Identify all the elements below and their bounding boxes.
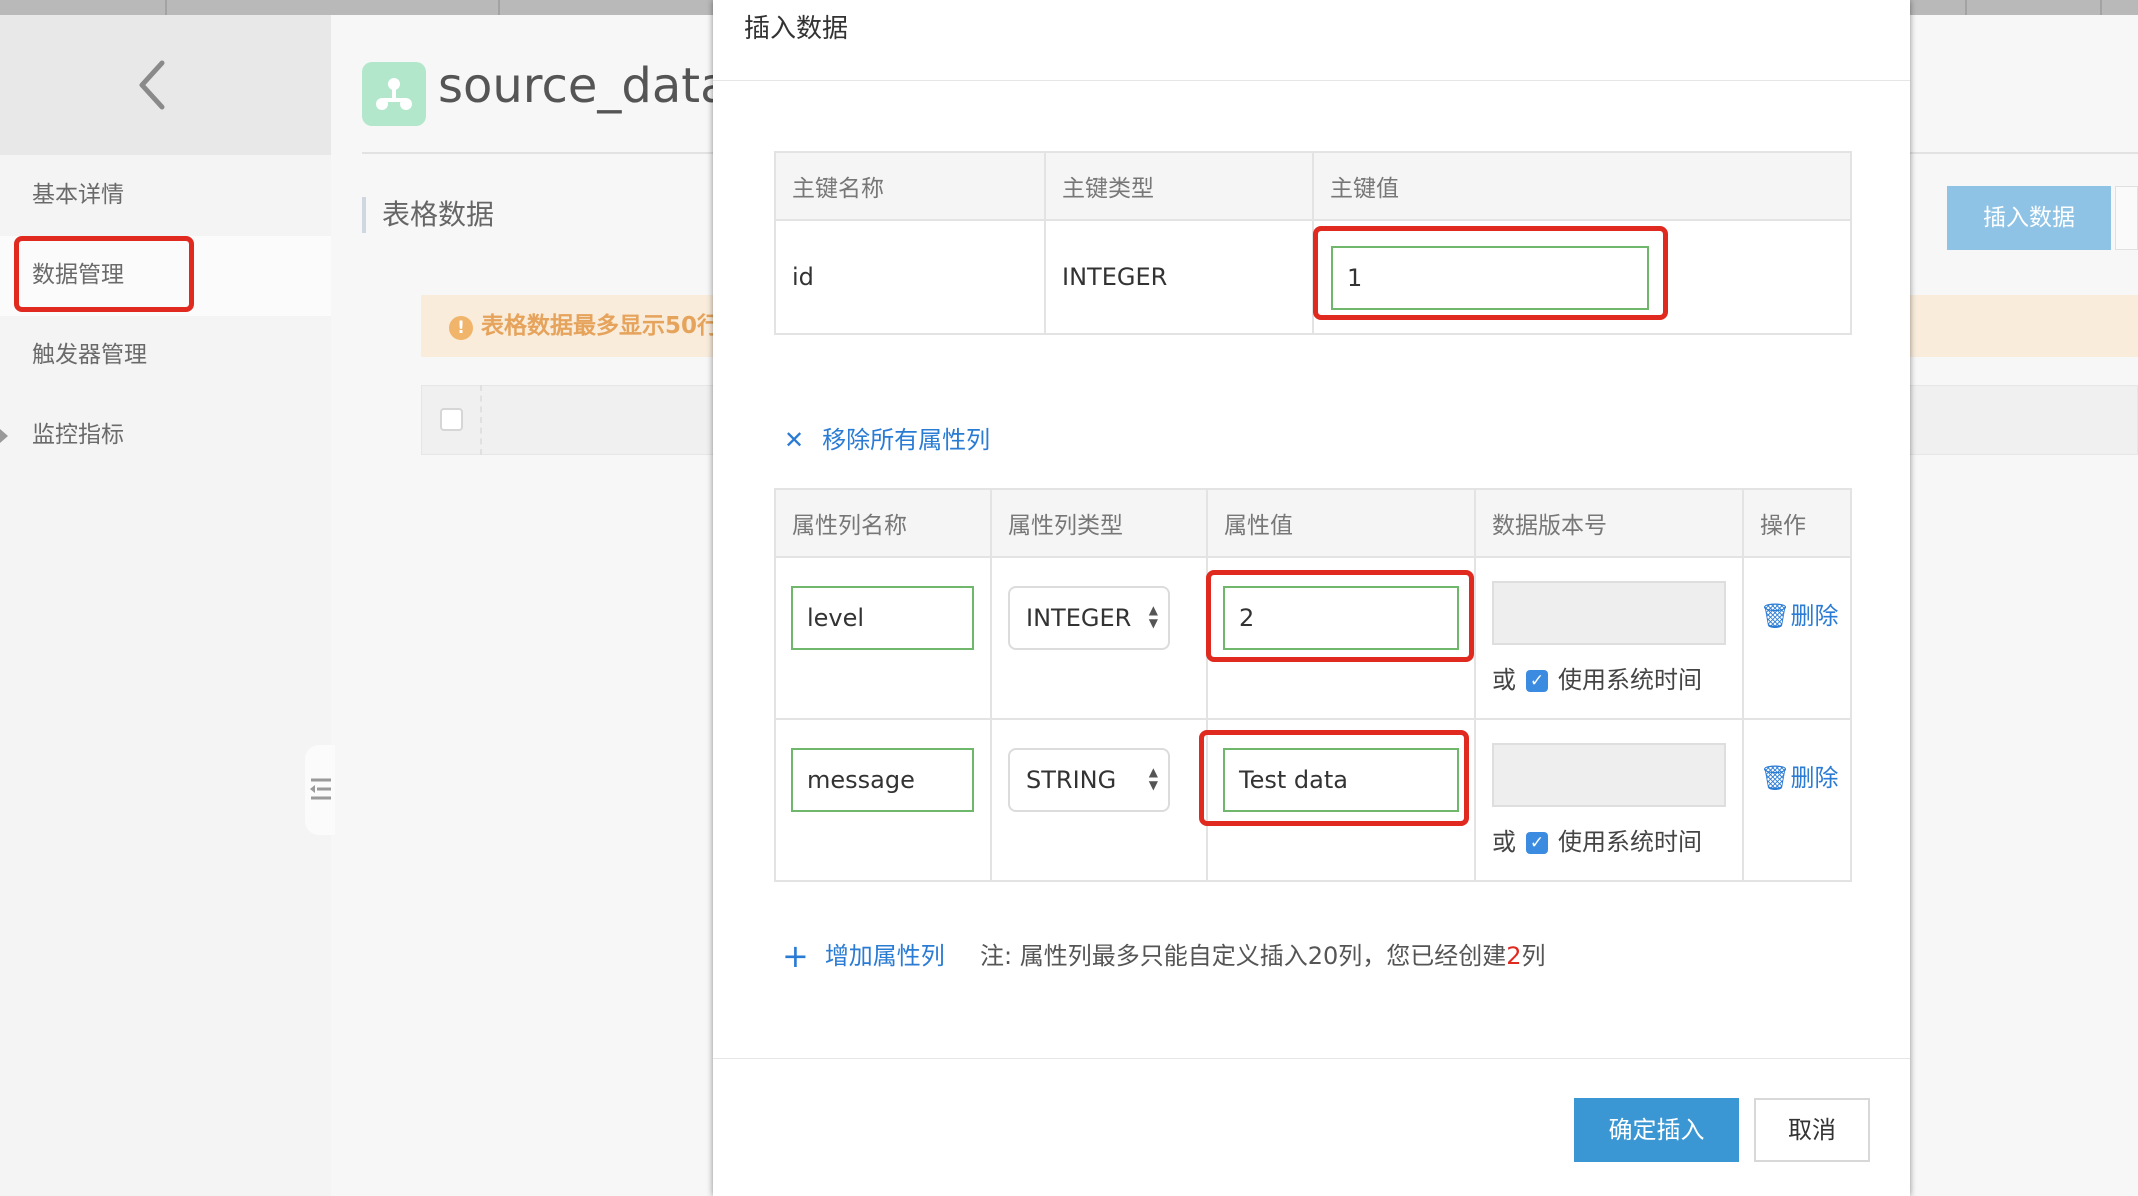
delete-label: 删除 <box>1790 602 1839 630</box>
back-arrow-icon[interactable] <box>130 55 180 115</box>
sidebar-item-trigger-management[interactable]: 触发器管理 <box>32 315 322 395</box>
table-logo-icon <box>362 62 426 126</box>
remove-all-attributes-link[interactable]: ✕ 移除所有属性列 <box>784 420 990 455</box>
system-time-option[interactable]: 或 ✓ 使用系统时间 <box>1492 822 1702 857</box>
pk-type-cell: INTEGER <box>1044 219 1314 335</box>
dialog-header-divider <box>713 80 1910 81</box>
attr-type-value: STRING <box>1026 766 1117 794</box>
system-time-label: 使用系统时间 <box>1558 828 1702 856</box>
trash-icon: 🗑 <box>1760 602 1791 630</box>
attr-header-action: 操作 <box>1742 488 1852 558</box>
attr-type-value: INTEGER <box>1026 604 1132 632</box>
add-attribute-label: 增加属性列 <box>824 942 945 970</box>
pk-name-cell: id <box>774 219 1046 335</box>
trash-icon: 🗑 <box>1760 764 1791 792</box>
system-time-option[interactable]: 或 ✓ 使用系统时间 <box>1492 660 1702 695</box>
select-arrows-icon: ▲ ▼ <box>1148 765 1158 792</box>
attr-name-input[interactable]: level <box>791 586 974 650</box>
note-prefix: 注: 属性列最多只能自定义插入20列，您已经创建 <box>980 942 1507 970</box>
pk-header-type: 主键类型 <box>1044 151 1314 221</box>
cancel-button[interactable]: 取消 <box>1754 1098 1870 1162</box>
insert-data-button[interactable]: 插入数据 <box>1947 186 2111 250</box>
dialog-footer-divider <box>713 1058 1910 1059</box>
attr-type-select[interactable]: STRING ▲ ▼ <box>1008 748 1170 812</box>
highlight-box-attr-value <box>1199 730 1469 826</box>
remove-all-label: 移除所有属性列 <box>822 426 991 454</box>
section-title: 表格数据 <box>362 197 494 233</box>
attr-header-type: 属性列类型 <box>990 488 1208 558</box>
note-suffix: 列 <box>1521 942 1546 970</box>
attr-header-version: 数据版本号 <box>1474 488 1744 558</box>
column-divider <box>480 385 482 455</box>
highlight-box-pk-value <box>1313 226 1668 320</box>
page-title: source_data <box>438 58 730 114</box>
warning-text: 表格数据最多显示50行 <box>481 313 721 339</box>
checkbox-checked-icon[interactable]: ✓ <box>1526 670 1548 692</box>
plus-icon: + <box>782 937 809 975</box>
highlight-box-data-management <box>14 236 194 312</box>
note-count: 2 <box>1506 942 1522 970</box>
attr-header-name: 属性列名称 <box>774 488 992 558</box>
pk-header-name: 主键名称 <box>774 151 1046 221</box>
warning-icon: ! <box>449 316 473 340</box>
dialog-title: 插入数据 <box>744 14 849 44</box>
select-all-checkbox[interactable] <box>440 408 463 431</box>
sidebar-item-monitoring[interactable]: 监控指标 <box>32 395 322 475</box>
attr-type-select[interactable]: INTEGER ▲ ▼ <box>1008 586 1170 650</box>
select-arrows-icon: ▲ ▼ <box>1148 603 1158 630</box>
secondary-button[interactable] <box>2115 186 2138 250</box>
confirm-insert-button[interactable]: 确定插入 <box>1574 1098 1739 1162</box>
system-time-label: 使用系统时间 <box>1558 666 1702 694</box>
expand-caret-icon <box>0 428 8 443</box>
attribute-limit-note: 注: 属性列最多只能自定义插入20列，您已经创建2列 <box>980 936 1546 971</box>
add-attribute-link[interactable]: + 增加属性列 <box>782 936 945 975</box>
version-input[interactable] <box>1492 581 1726 645</box>
or-label: 或 <box>1492 828 1516 856</box>
or-label: 或 <box>1492 666 1516 694</box>
delete-label: 删除 <box>1790 764 1839 792</box>
checkbox-checked-icon[interactable]: ✓ <box>1526 832 1548 854</box>
attr-header-value: 属性值 <box>1206 488 1476 558</box>
delete-row-button[interactable]: 🗑删除 <box>1760 596 1838 631</box>
close-icon: ✕ <box>784 426 805 454</box>
sidebar-item-basic-details[interactable]: 基本详情 <box>32 155 322 235</box>
collapse-sidebar-handle[interactable] <box>305 745 335 835</box>
highlight-box-attr-value <box>1206 570 1474 662</box>
pk-header-value: 主键值 <box>1312 151 1852 221</box>
version-input[interactable] <box>1492 743 1726 807</box>
attr-name-input[interactable]: message <box>791 748 974 812</box>
delete-row-button[interactable]: 🗑删除 <box>1760 758 1838 793</box>
